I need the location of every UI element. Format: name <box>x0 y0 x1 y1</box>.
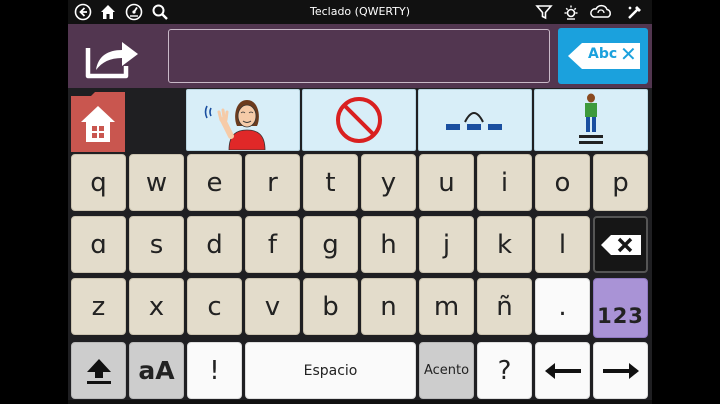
jump-over-icon <box>446 112 502 130</box>
key-m[interactable]: m <box>419 278 474 335</box>
share-icon <box>85 42 138 79</box>
space-key[interactable]: Espacio <box>245 342 416 399</box>
key-k[interactable]: k <box>477 216 532 273</box>
key-w[interactable]: w <box>129 154 184 211</box>
arrow-left-icon <box>544 362 581 379</box>
filter-icon[interactable] <box>535 3 553 21</box>
key-i[interactable]: i <box>477 154 532 211</box>
word-button-jump[interactable] <box>418 89 532 151</box>
key-exclamation[interactable]: ! <box>187 342 242 399</box>
numbers-key[interactable]: 123 <box>593 278 648 338</box>
person-on-podium-icon <box>579 93 603 144</box>
key-p[interactable]: p <box>593 154 648 211</box>
home-folder-button[interactable] <box>71 92 125 152</box>
key-y[interactable]: y <box>361 154 416 211</box>
key-j[interactable]: j <box>419 216 474 273</box>
key-b[interactable]: b <box>303 278 358 335</box>
bottom-edge <box>68 400 652 404</box>
key-f[interactable]: f <box>245 216 300 273</box>
word-button-hello[interactable] <box>186 89 300 151</box>
settings-icon[interactable] <box>626 3 644 21</box>
status-bar: Teclado (QWERTY) <box>68 0 652 24</box>
key-s[interactable]: s <box>129 216 184 273</box>
clear-x-icon: ✕ <box>620 42 637 66</box>
key-g[interactable]: g <box>303 216 358 273</box>
case-toggle-key[interactable]: aA <box>129 342 184 399</box>
key-u[interactable]: u <box>419 154 474 211</box>
key-a[interactable]: ɑ <box>71 216 126 273</box>
key-n[interactable]: n <box>361 278 416 335</box>
backspace-icon <box>600 234 641 255</box>
clear-message-button[interactable]: Abc ✕ <box>558 28 648 84</box>
key-z[interactable]: z <box>71 278 126 335</box>
arrow-right-icon <box>602 362 639 379</box>
key-q[interactable]: q <box>71 154 126 211</box>
key-period[interactable]: . <box>535 278 590 335</box>
brightness-icon[interactable] <box>562 3 580 21</box>
cursor-right-key[interactable] <box>593 342 648 399</box>
key-t[interactable]: t <box>303 154 358 211</box>
clear-button-label: Abc <box>588 46 618 62</box>
message-display[interactable] <box>168 29 550 83</box>
app-window: Teclado (QWERTY) Abc ✕ q w e r t y u i o… <box>68 0 652 404</box>
key-e[interactable]: e <box>187 154 242 211</box>
cloud-sync-icon[interactable] <box>588 3 614 21</box>
key-r[interactable]: r <box>245 154 300 211</box>
word-button-no[interactable] <box>302 89 416 151</box>
key-d[interactable]: d <box>187 216 242 273</box>
share-button[interactable] <box>82 32 144 82</box>
shift-arrow-icon <box>86 358 111 384</box>
message-toolbar: Abc ✕ <box>68 24 652 88</box>
key-o[interactable]: o <box>535 154 590 211</box>
key-h[interactable]: h <box>361 216 416 273</box>
word-button-stand[interactable] <box>534 89 648 151</box>
key-c[interactable]: c <box>187 278 242 335</box>
accent-key[interactable]: Acento <box>419 342 474 399</box>
key-l[interactable]: l <box>535 216 590 273</box>
key-question[interactable]: ? <box>477 342 532 399</box>
cursor-left-key[interactable] <box>535 342 590 399</box>
key-x[interactable]: x <box>129 278 184 335</box>
key-v[interactable]: v <box>245 278 300 335</box>
shift-key[interactable] <box>71 342 126 399</box>
key-enye[interactable]: ñ <box>477 278 532 335</box>
backspace-key[interactable] <box>593 216 648 273</box>
person-waving-icon <box>204 100 266 150</box>
no-symbol-icon <box>336 97 382 143</box>
